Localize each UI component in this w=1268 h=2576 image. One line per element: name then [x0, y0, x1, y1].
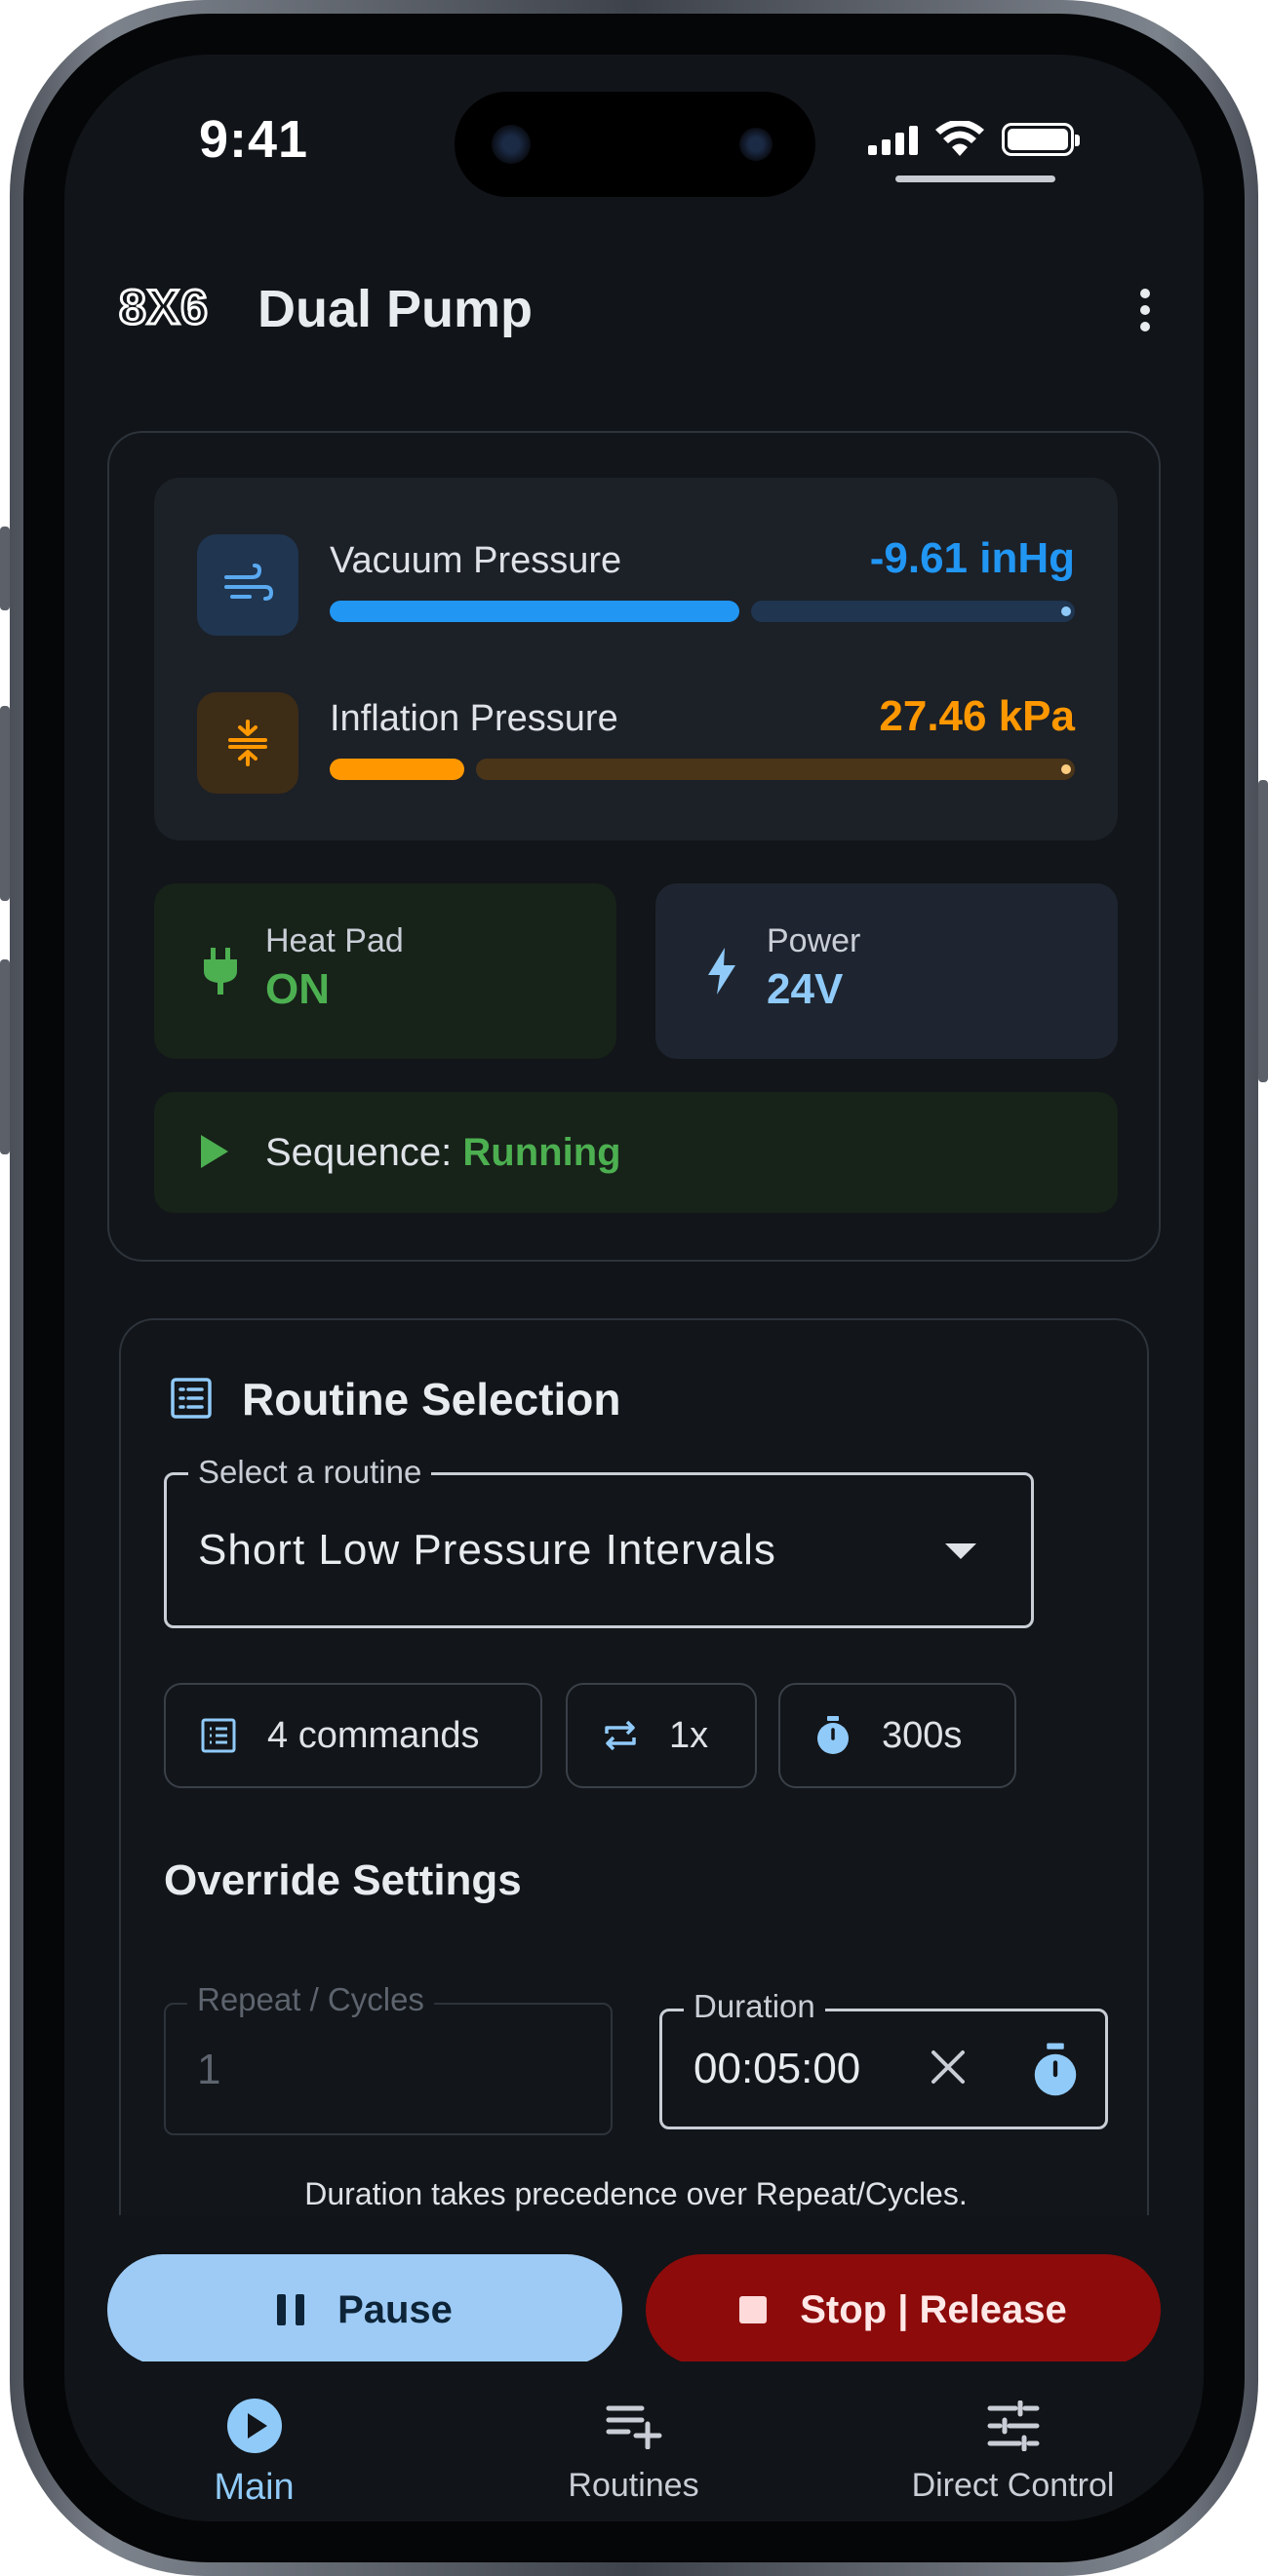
- inflation-pressure-row: Inflation Pressure 27.46 kPa: [197, 681, 1075, 807]
- sensor-icon: [739, 128, 773, 161]
- play-icon: [201, 1135, 228, 1168]
- routine-select-label: Select a routine: [188, 1454, 432, 1491]
- timer-picker-icon[interactable]: [1031, 2043, 1080, 2097]
- wifi-icon: [935, 121, 984, 156]
- status-icons: [868, 121, 1080, 158]
- pause-button-label: Pause: [337, 2287, 453, 2331]
- repeat-cycles-label: Repeat / Cycles: [187, 1981, 434, 2018]
- sequence-state: Running: [462, 1131, 621, 1174]
- stop-release-button[interactable]: Stop | Release: [646, 2254, 1161, 2365]
- inflation-pressure-bar: [330, 759, 1075, 780]
- heat-pad-label: Heat Pad: [265, 922, 404, 959]
- nav-label-main: Main: [214, 2467, 295, 2508]
- repeat-cycles-value: 1: [197, 2046, 221, 2093]
- pause-icon: [277, 2294, 305, 2325]
- bottom-navigation: Main Routines Direct Control: [64, 2361, 1204, 2521]
- dropdown-arrow-icon[interactable]: [945, 1543, 976, 1559]
- sequence-text: Sequence: Running: [265, 1131, 621, 1175]
- status-card: Vacuum Pressure -9.61 inHg Inflation Pre…: [107, 431, 1161, 1262]
- vacuum-pressure-label: Vacuum Pressure: [330, 540, 622, 581]
- timer-icon: [813, 1716, 852, 1755]
- routine-selection-title: Routine Selection: [242, 1374, 621, 1425]
- app-title: Dual Pump: [258, 280, 534, 338]
- commands-chip-label: 4 commands: [267, 1714, 480, 1756]
- repeat-chip: 1x: [566, 1683, 757, 1788]
- nav-label-direct-control: Direct Control: [911, 2467, 1115, 2504]
- clear-icon[interactable]: [926, 2045, 971, 2089]
- nav-label-routines: Routines: [568, 2467, 699, 2504]
- app-logo: 8X6: [118, 279, 210, 336]
- heat-pad-tile: Heat Pad ON: [154, 883, 616, 1059]
- power-value: 24V: [767, 965, 844, 1013]
- duration-chip-label: 300s: [882, 1714, 963, 1756]
- duration-label: Duration: [684, 1988, 825, 2025]
- list-alt-icon: [171, 1378, 212, 1419]
- inflation-pressure-value: 27.46 kPa: [879, 692, 1075, 740]
- stop-icon: [739, 2296, 768, 2323]
- vacuum-pressure-value: -9.61 inHg: [869, 534, 1075, 582]
- compress-icon: [197, 692, 298, 794]
- action-button: [0, 527, 10, 610]
- repeat-chip-label: 1x: [669, 1714, 709, 1756]
- duration-helper-text: Duration takes precedence over Repeat/Cy…: [304, 2176, 968, 2211]
- override-settings-title: Override Settings: [164, 1856, 522, 1904]
- overflow-menu-icon[interactable]: [1126, 283, 1165, 337]
- screen: 9:41 8X6 Dual Pump Vacuum Pressure -9.61…: [64, 55, 1204, 2521]
- volume-down-button: [0, 959, 10, 1154]
- camera-icon: [492, 125, 531, 164]
- routine-select[interactable]: Select a routine Short Low Pressure Inte…: [164, 1454, 1034, 1628]
- routine-card: Routine Selection Select a routine Short…: [119, 1318, 1149, 2293]
- sequence-label: Sequence:: [265, 1131, 453, 1174]
- volume-up-button: [0, 706, 10, 901]
- tune-icon: [984, 2397, 1043, 2455]
- inflation-pressure-label: Inflation Pressure: [330, 698, 618, 739]
- vacuum-pressure-bar: [330, 601, 1075, 622]
- cellular-signal-icon: [868, 124, 918, 155]
- duration-chip: 300s: [778, 1683, 1016, 1788]
- pressure-panel: Vacuum Pressure -9.61 inHg Inflation Pre…: [154, 478, 1118, 840]
- sequence-status: Sequence: Running: [154, 1092, 1118, 1213]
- plug-icon: [199, 948, 242, 995]
- nav-item-routines[interactable]: Routines: [444, 2361, 823, 2521]
- air-flow-icon: [197, 534, 298, 636]
- heat-pad-value: ON: [265, 965, 330, 1013]
- pause-button[interactable]: Pause: [107, 2254, 622, 2365]
- power-button: [1258, 780, 1268, 1082]
- repeat-cycles-field: Repeat / Cycles 1: [164, 1981, 613, 2135]
- stop-release-button-label: Stop | Release: [800, 2287, 1067, 2331]
- routine-select-value: Short Low Pressure Intervals: [198, 1526, 776, 1574]
- commands-chip: 4 commands: [164, 1683, 542, 1788]
- status-time: 9:41: [199, 110, 309, 169]
- duration-field[interactable]: Duration 00:05:00: [659, 1988, 1108, 2129]
- power-tile: Power 24V: [655, 883, 1118, 1059]
- nav-item-main[interactable]: Main: [64, 2361, 444, 2521]
- nav-item-direct-control[interactable]: Direct Control: [823, 2361, 1203, 2521]
- app-bar: 8X6 Dual Pump: [64, 250, 1204, 367]
- list-icon: [199, 1716, 238, 1755]
- playlist-add-icon: [605, 2397, 663, 2455]
- status-indicator-line: [895, 176, 1055, 182]
- power-label: Power: [767, 922, 861, 959]
- vacuum-pressure-row: Vacuum Pressure -9.61 inHg: [197, 523, 1075, 649]
- action-area: Pause Stop | Release: [64, 2215, 1204, 2365]
- bolt-icon: [700, 948, 743, 995]
- battery-icon: [1002, 123, 1080, 156]
- repeat-icon: [601, 1716, 640, 1755]
- dynamic-island: [455, 92, 815, 197]
- duration-value: 00:05:00: [693, 2045, 861, 2092]
- status-bar: 9:41: [64, 55, 1204, 197]
- play-circle-icon: [225, 2397, 284, 2455]
